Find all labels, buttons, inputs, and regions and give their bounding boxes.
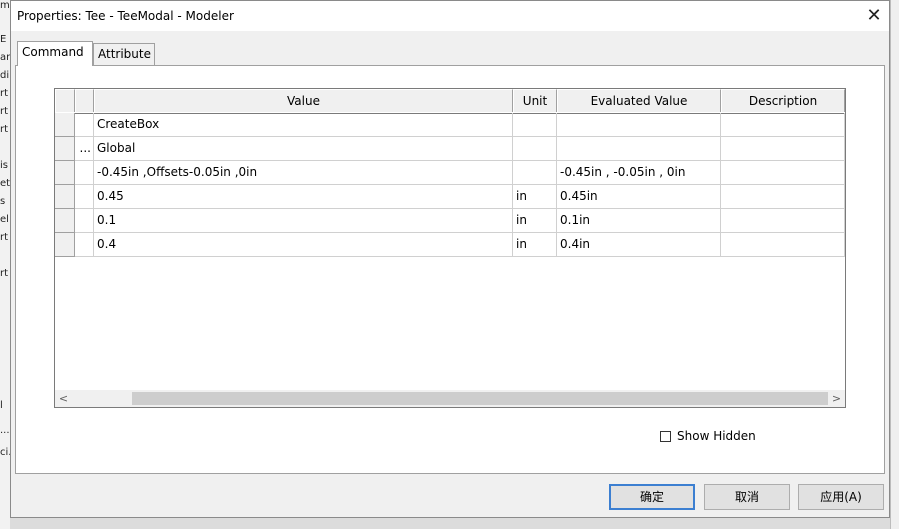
unit-cell[interactable] <box>513 161 557 185</box>
grid-header: Value Unit Evaluated Value Description <box>55 89 845 114</box>
description-cell[interactable] <box>721 209 845 233</box>
background-text: ar <box>0 52 11 63</box>
table-row[interactable]: 0.1 in 0.1in <box>55 209 845 233</box>
row-header[interactable] <box>55 113 75 137</box>
tab-command[interactable]: Command <box>17 41 93 66</box>
table-row[interactable]: 0.45 in 0.45in <box>55 185 845 209</box>
tab-attribute[interactable]: Attribute <box>93 43 155 65</box>
window-title: Properties: Tee - TeeModal - Modeler <box>17 9 234 23</box>
background-text: el <box>0 214 9 225</box>
background-text: rt <box>0 232 9 243</box>
row-header-corner <box>55 89 75 112</box>
tab-label: Attribute <box>98 47 151 61</box>
scroll-left-button[interactable]: < <box>55 390 72 407</box>
background-text: di <box>0 70 10 81</box>
scrollbar-thumb[interactable] <box>132 392 828 405</box>
tab-label: Command <box>22 45 84 59</box>
background-text: m <box>0 0 10 11</box>
row-header[interactable] <box>55 233 75 257</box>
properties-grid: Value Unit Evaluated Value Description C… <box>54 88 846 408</box>
table-row[interactable]: CreateBox <box>55 113 845 137</box>
description-cell[interactable] <box>721 161 845 185</box>
ok-button[interactable]: 确定 <box>609 484 695 510</box>
name-cell[interactable] <box>75 185 94 209</box>
scroll-right-button[interactable]: > <box>828 390 845 407</box>
value-column-header[interactable]: Value <box>94 89 513 112</box>
evaluated-value-cell: -0.45in , -0.05in , 0in <box>557 161 721 185</box>
name-cell[interactable] <box>75 233 94 257</box>
background-text: rt <box>0 106 9 117</box>
description-cell[interactable] <box>721 233 845 257</box>
evaluated-value-cell: 0.1in <box>557 209 721 233</box>
row-header[interactable] <box>55 185 75 209</box>
evaluated-value-column-header[interactable]: Evaluated Value <box>557 89 721 112</box>
table-row[interactable]: ... Global <box>55 137 845 161</box>
background-text: is <box>0 160 8 171</box>
name-cell[interactable] <box>75 113 94 137</box>
description-cell[interactable] <box>721 137 845 161</box>
chevron-right-icon: > <box>831 392 842 405</box>
name-cell[interactable]: ... <box>75 137 94 161</box>
evaluated-value-cell <box>557 113 721 137</box>
background-window-bottom <box>10 518 890 529</box>
show-hidden-checkbox[interactable] <box>660 430 671 442</box>
background-text: E <box>0 34 7 45</box>
value-cell[interactable]: CreateBox <box>94 113 513 137</box>
background-window-right <box>890 0 899 529</box>
background-text: rt <box>0 268 9 279</box>
evaluated-value-cell <box>557 137 721 161</box>
unit-column-header[interactable]: Unit <box>513 89 557 112</box>
description-cell[interactable] <box>721 113 845 137</box>
show-hidden-option[interactable]: Show Hidden <box>660 428 756 444</box>
row-header[interactable] <box>55 209 75 233</box>
unit-cell[interactable] <box>513 113 557 137</box>
name-cell[interactable] <box>75 209 94 233</box>
evaluated-value-cell: 0.4in <box>557 233 721 257</box>
unit-cell[interactable] <box>513 137 557 161</box>
table-row[interactable]: 0.4 in 0.4in <box>55 233 845 257</box>
name-column-header[interactable] <box>75 89 94 112</box>
description-cell[interactable] <box>721 185 845 209</box>
unit-cell[interactable]: in <box>513 209 557 233</box>
close-button[interactable]: ✕ <box>859 1 889 31</box>
row-header[interactable] <box>55 137 75 161</box>
command-tab-panel: Value Unit Evaluated Value Description C… <box>15 65 885 474</box>
background-text: rt <box>0 124 9 135</box>
apply-button[interactable]: 应用(A) <box>798 484 884 510</box>
unit-cell[interactable]: in <box>513 233 557 257</box>
background-text: l <box>0 400 3 411</box>
close-icon: ✕ <box>866 5 882 26</box>
unit-cell[interactable]: in <box>513 185 557 209</box>
table-row[interactable]: -0.45in ,Offsets-0.05in ,0in -0.45in , -… <box>55 161 845 185</box>
value-cell[interactable]: Global <box>94 137 513 161</box>
properties-dialog: Properties: Tee - TeeModal - Modeler ✕ C… <box>10 0 890 518</box>
value-cell[interactable]: 0.1 <box>94 209 513 233</box>
show-hidden-label[interactable]: Show Hidden <box>677 429 756 443</box>
row-header[interactable] <box>55 161 75 185</box>
value-cell[interactable]: 0.4 <box>94 233 513 257</box>
background-text: ... <box>0 425 10 436</box>
evaluated-value-cell: 0.45in <box>557 185 721 209</box>
chevron-left-icon: < <box>58 392 69 405</box>
background-text: s <box>0 196 6 207</box>
title-bar[interactable]: Properties: Tee - TeeModal - Modeler ✕ <box>11 1 889 31</box>
name-cell[interactable] <box>75 161 94 185</box>
cancel-button[interactable]: 取消 <box>704 484 790 510</box>
value-cell[interactable]: 0.45 <box>94 185 513 209</box>
value-cell[interactable]: -0.45in ,Offsets-0.05in ,0in <box>94 161 513 185</box>
background-text: rt <box>0 88 9 99</box>
description-column-header[interactable]: Description <box>721 89 845 112</box>
horizontal-scrollbar[interactable]: < > <box>55 390 845 407</box>
